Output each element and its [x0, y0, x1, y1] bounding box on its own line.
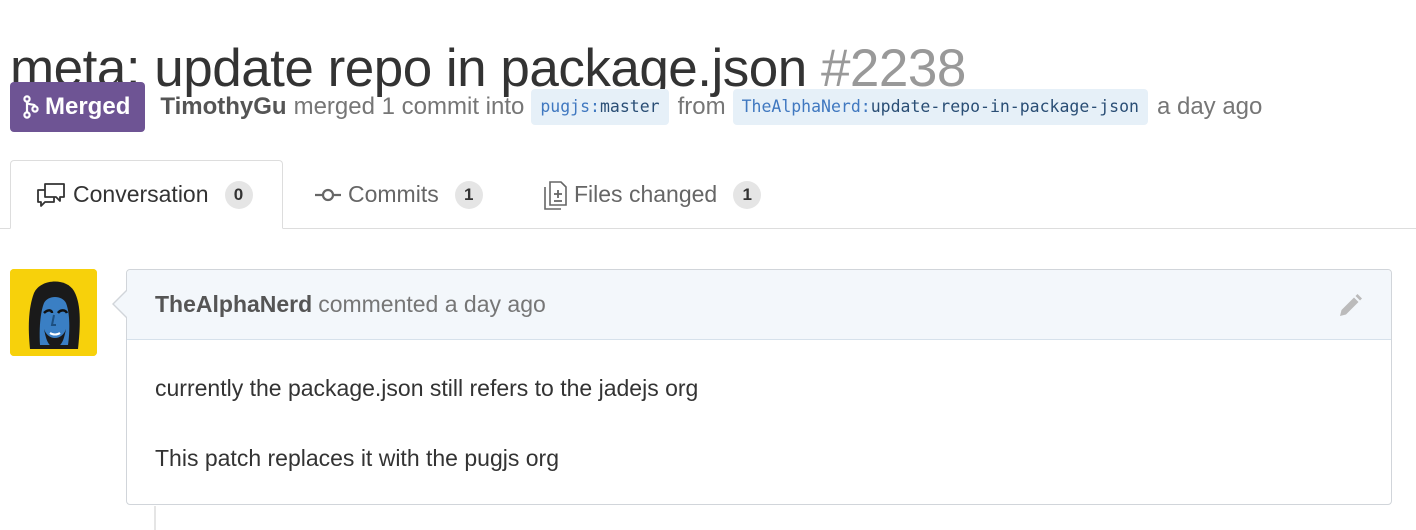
from-text: from [677, 93, 726, 120]
head-branch-ref: update-repo-in-package-json [870, 97, 1139, 116]
diff-icon [542, 180, 568, 210]
state-label: Merged [45, 93, 131, 120]
tab-commits-count: 1 [454, 180, 483, 209]
avatar[interactable] [10, 269, 97, 356]
tab-files-changed[interactable]: Files changed 1 [542, 160, 762, 229]
git-merge-icon [23, 95, 39, 119]
tab-commits-label: Commits [348, 181, 439, 207]
comment-arrow-inner [114, 290, 128, 318]
base-branch-ref: master [599, 97, 660, 116]
head-branch-user: TheAlphaNerd [741, 97, 861, 116]
comment-box: TheAlphaNerd commented a day ago current… [112, 269, 1392, 505]
comment-author[interactable]: TheAlphaNerd [155, 291, 312, 318]
tab-conversation[interactable]: Conversation 0 [10, 160, 283, 229]
merged-state-badge: Merged [10, 82, 146, 132]
comment-discussion-icon [35, 182, 67, 208]
head-branch-sep: : [860, 97, 871, 116]
base-branch-user: pugjs [540, 97, 591, 116]
pencil-icon[interactable] [1337, 293, 1363, 319]
merger-link[interactable]: TimothyGu [160, 93, 286, 121]
merged-time: a day ago [1156, 93, 1263, 120]
tab-files-count: 1 [733, 180, 762, 209]
tab-conversation-label: Conversation [73, 181, 209, 207]
merged-text: merged 1 commit into [293, 93, 525, 120]
comment-paragraph: currently the package.json still refers … [155, 375, 699, 401]
tab-files-label: Files changed [574, 181, 718, 207]
tab-commits[interactable]: Commits 1 [314, 160, 483, 229]
comment-header: TheAlphaNerd commented a day ago [127, 270, 1391, 340]
base-branch-sep: : [590, 97, 600, 116]
comment-action: commented a day ago [318, 291, 546, 317]
pr-tabnav: Conversation 0 Commits 1 Files changed 1 [0, 160, 1416, 229]
head-branch[interactable]: TheAlphaNerd:update-repo-in-package-json [732, 89, 1148, 125]
comment-paragraph: This patch replaces it with the pugjs or… [155, 445, 559, 471]
pr-meta: Merged TimothyGu merged 1 commit into pu… [10, 82, 1262, 132]
pull-request-page: meta: update repo in package.json #2238 … [0, 0, 1416, 530]
base-branch[interactable]: pugjs:master [531, 89, 669, 125]
timeline-line [154, 506, 156, 530]
comment-body: currently the package.json still refers … [127, 340, 1391, 472]
tab-conversation-count: 0 [224, 180, 253, 209]
git-commit-icon [314, 185, 342, 205]
